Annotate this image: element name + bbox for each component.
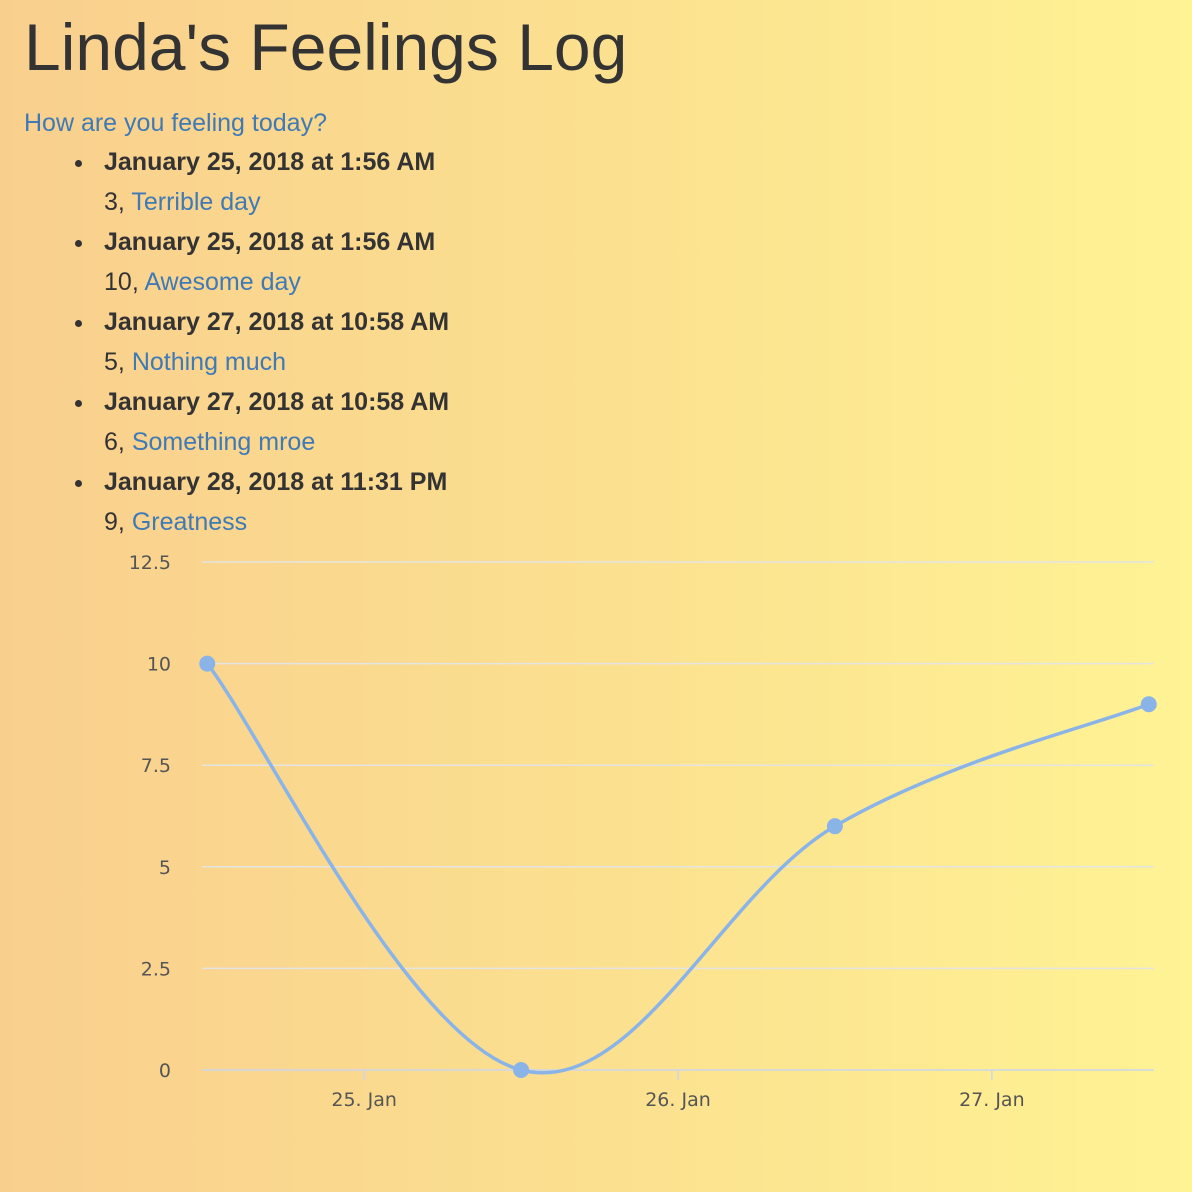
data-point[interactable] xyxy=(513,1062,530,1078)
axis-layer: 0 2.5 5 7.5 10 12.5 25. Jan 26. Jan 27. Jan xyxy=(129,552,1025,1111)
y-tick-label: 10 xyxy=(147,654,171,676)
feelings-chart: 0 2.5 5 7.5 10 12.5 25. Jan 26. Jan 27. Jan xyxy=(0,540,1192,1140)
entry-date: January 25, 2018 at 1:56 AM xyxy=(104,228,436,256)
entry-score: 3 xyxy=(104,188,118,216)
y-tick-label: 2.5 xyxy=(141,958,171,980)
entry-line: 6, Something mroe xyxy=(104,428,316,456)
entry-line: 10, Awesome day xyxy=(104,268,301,296)
series-line xyxy=(205,661,1151,1075)
entry-score: 5 xyxy=(104,348,118,376)
entry-note-link[interactable]: Something mroe xyxy=(132,428,315,456)
x-tick-label: 27. Jan xyxy=(959,1089,1025,1111)
entry-date: January 25, 2018 at 1:56 AM xyxy=(104,148,436,176)
entries-list: January 25, 2018 at 1:56 AM 3, Terrible … xyxy=(0,142,449,542)
new-feeling-link[interactable]: How are you feeling today? xyxy=(24,106,327,140)
entry-line: 9, Greatness xyxy=(104,508,248,536)
y-tick-label: 0 xyxy=(159,1060,171,1082)
entry-line: 3, Terrible day xyxy=(104,188,261,216)
entry-score: 10 xyxy=(104,268,132,296)
list-item: January 25, 2018 at 1:56 AM 3, Terrible … xyxy=(74,142,449,222)
page-title: Linda's Feelings Log xyxy=(24,10,628,84)
list-item: January 27, 2018 at 10:58 AM 5, Nothing … xyxy=(74,302,450,382)
grid-layer xyxy=(202,561,1154,1071)
entry-date: January 27, 2018 at 10:58 AM xyxy=(104,388,450,416)
entry-note-link[interactable]: Awesome day xyxy=(144,268,301,296)
entry-date: January 27, 2018 at 10:58 AM xyxy=(104,308,450,336)
list-item: January 27, 2018 at 10:58 AM 6, Somethin… xyxy=(74,382,450,462)
entry-date: January 28, 2018 at 11:31 PM xyxy=(104,468,448,496)
x-tick-label: 26. Jan xyxy=(645,1089,711,1111)
y-tick-label: 12.5 xyxy=(129,552,171,574)
list-item: January 28, 2018 at 11:31 PM 9, Greatnes… xyxy=(74,462,449,542)
y-tick-label: 7.5 xyxy=(141,755,171,777)
data-point[interactable] xyxy=(199,655,216,672)
entry-score: 6 xyxy=(104,428,118,456)
series-layer xyxy=(205,661,1151,1075)
list-item: January 25, 2018 at 1:56 AM 10, Awesome … xyxy=(74,222,449,302)
entry-line: 5, Nothing much xyxy=(104,348,287,376)
data-point[interactable] xyxy=(1140,696,1157,713)
feelings-line-chart: 0 2.5 5 7.5 10 12.5 25. Jan 26. Jan 27. Jan xyxy=(129,552,1157,1111)
entry-note-link[interactable]: Greatness xyxy=(132,508,247,536)
data-point[interactable] xyxy=(826,818,843,835)
x-tick-label: 25. Jan xyxy=(331,1089,397,1111)
entry-note-link[interactable]: Terrible day xyxy=(131,188,260,216)
entry-score: 9 xyxy=(104,508,118,536)
entry-note-link[interactable]: Nothing much xyxy=(132,348,286,376)
y-tick-label: 5 xyxy=(159,857,171,879)
